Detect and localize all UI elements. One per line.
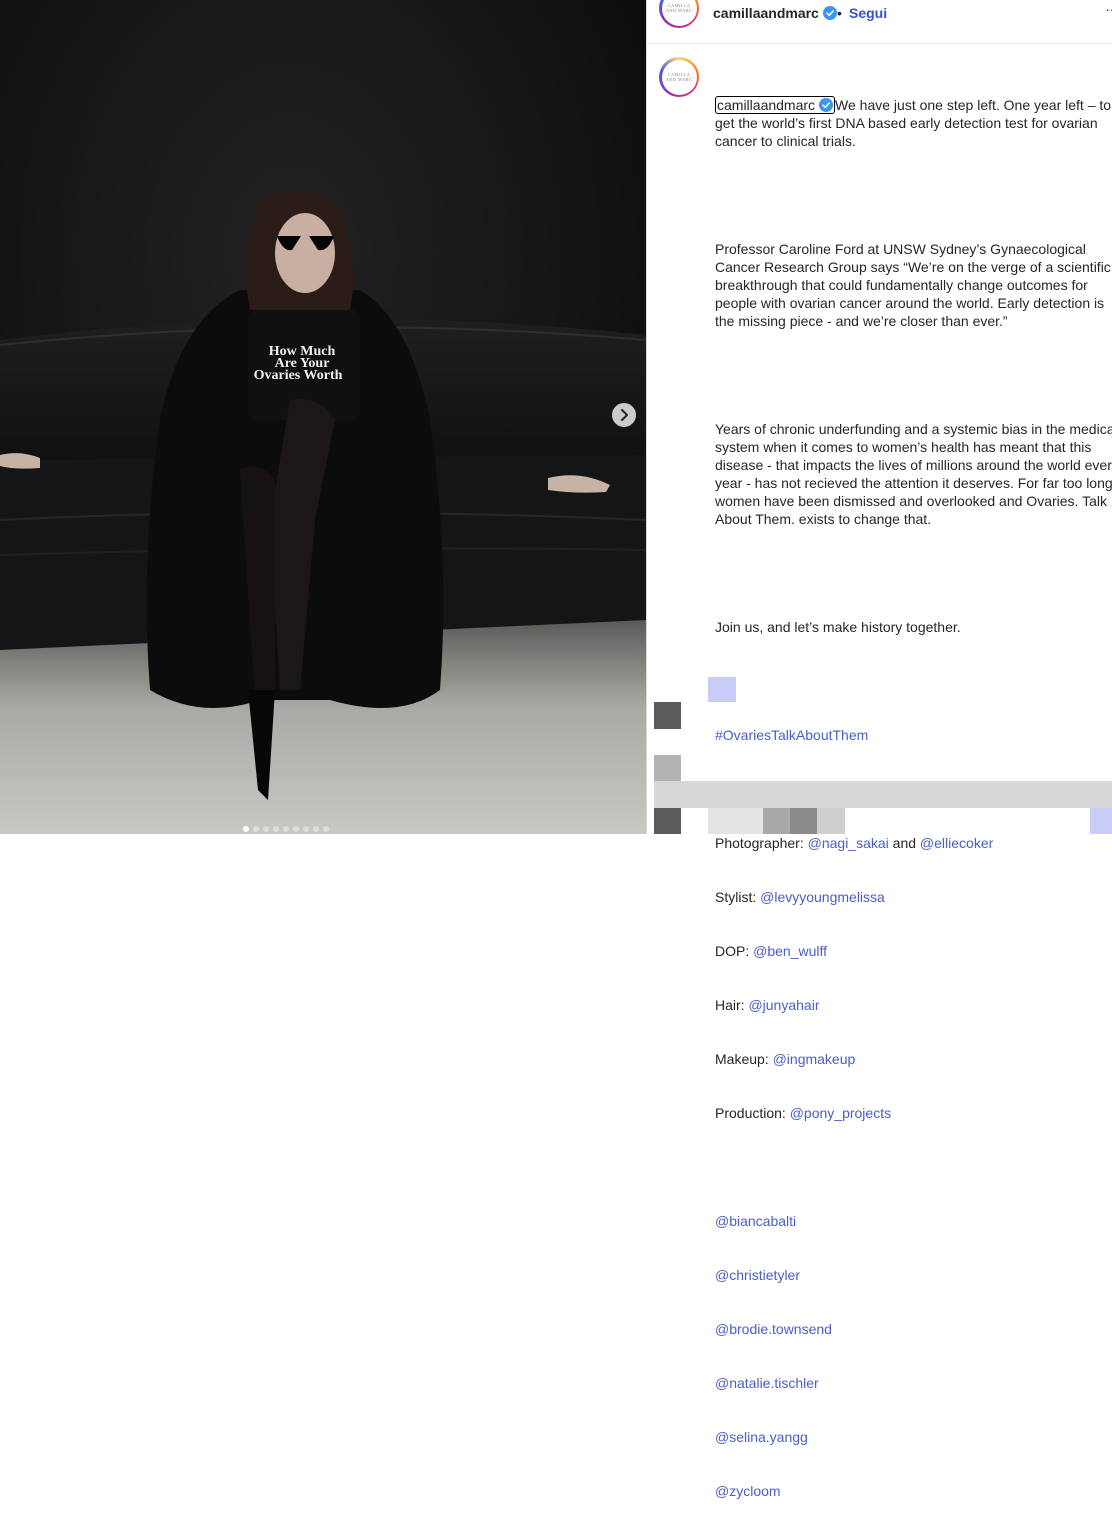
tag-link[interactable]: @natalie.tischler (715, 1375, 819, 1391)
credit-photographer: Photographer: @nagi_sakai and @elliecoke… (715, 834, 1112, 852)
caption-avatar[interactable]: CAMILLA AND MARC (659, 57, 699, 97)
redacted-block (1090, 808, 1112, 834)
redacted-block (654, 755, 681, 781)
credit-label: Makeup: (715, 1051, 773, 1067)
credit-hair: Hair: @junyahair (715, 996, 1112, 1014)
caption-paragraph-2: Professor Caroline Ford at UNSW Sydney’s… (715, 241, 1111, 329)
redacted-block (654, 702, 681, 729)
tag-link[interactable]: @christietyler (715, 1267, 800, 1283)
header-separator: • (837, 5, 842, 21)
tag-link[interactable]: @brodie.townsend (715, 1321, 832, 1337)
mention-link[interactable]: @junyahair (748, 997, 819, 1013)
carousel-dot (313, 826, 319, 832)
caption-username[interactable]: camillaandmarc (717, 96, 815, 114)
carousel-dot (323, 826, 329, 832)
credit-makeup: Makeup: @ingmakeup (715, 1050, 1112, 1068)
carousel-dot (273, 826, 279, 832)
mention-link[interactable]: @nagi_sakai (808, 835, 889, 851)
hashtag-link[interactable]: #OvariesTalkAboutThem (715, 727, 868, 743)
redacted-block (790, 808, 817, 834)
redacted-block (817, 808, 845, 834)
post-media[interactable]: How Much Are Your Ovaries Worth (0, 0, 646, 834)
mention-link[interactable]: @ingmakeup (773, 1051, 856, 1067)
avatar-text-2: AND MARC (665, 8, 693, 13)
carousel-dot (253, 826, 259, 832)
carousel-dot (243, 826, 249, 832)
chevron-right-icon (621, 409, 628, 421)
follow-button[interactable]: Segui (849, 5, 887, 21)
avatar[interactable]: CAMILLA AND MARC (659, 0, 699, 28)
tag-link[interactable]: @biancabalti (715, 1213, 796, 1229)
redacted-block (763, 808, 790, 834)
credit-stylist: Stylist: @levyyoungmelissa (715, 888, 1112, 906)
credit-label: Hair: (715, 997, 749, 1013)
avatar-logo: CAMILLA AND MARC (661, 0, 697, 26)
mention-link[interactable]: @pony_projects (790, 1105, 891, 1121)
verified-badge-icon (822, 6, 837, 20)
carousel-dot (263, 826, 269, 832)
credit-label: Stylist: (715, 889, 761, 905)
tag-link[interactable]: @zycloom (715, 1483, 781, 1499)
mention-link[interactable]: @elliecoker (920, 835, 993, 851)
avatar-text-2: AND MARC (665, 77, 693, 82)
mention-link[interactable]: @ben_wulff (753, 943, 827, 959)
caption-paragraph-4: Join us, and let’s make history together… (715, 619, 961, 635)
redacted-block (654, 781, 1112, 808)
credit-and: and (888, 835, 920, 851)
credit-label: Photographer: (715, 835, 808, 851)
header-username-link[interactable]: camillaandmarc (713, 5, 837, 21)
verified-badge-icon (819, 98, 834, 112)
carousel-dot (303, 826, 309, 832)
credit-dop: DOP: @ben_wulff (715, 942, 1112, 960)
carousel-dot (293, 826, 299, 832)
tag-link[interactable]: @selina.yangg (715, 1429, 808, 1445)
caption-paragraph-3: Years of chronic underfunding and a syst… (715, 421, 1112, 527)
credit-label: Production: (715, 1105, 790, 1121)
redacted-block (654, 808, 681, 834)
caption-username-link[interactable]: camillaandmarc (715, 96, 836, 114)
avatar-logo: CAMILLA AND MARC (661, 59, 697, 95)
post-side-panel: CAMILLA AND MARC camillaandmarc • Segui … (646, 0, 1112, 1499)
credit-production: Production: @pony_projects (715, 1104, 1112, 1122)
header-username[interactable]: camillaandmarc (713, 5, 819, 21)
caption-paragraph-1: camillaandmarc We have just one step left… (715, 96, 1112, 150)
redacted-block (708, 677, 736, 702)
post-photo: How Much Are Your Ovaries Worth (0, 0, 646, 834)
redacted-block (708, 808, 763, 834)
post-header: CAMILLA AND MARC camillaandmarc • Segui … (647, 0, 1112, 44)
more-options-icon[interactable]: … (1105, 0, 1112, 14)
carousel-dot (283, 826, 289, 832)
carousel-indicator (243, 826, 329, 832)
next-image-button[interactable] (612, 403, 636, 427)
shirt-line-3: Ovaries Worth (254, 368, 343, 383)
mention-link[interactable]: @levyyoungmelissa (760, 889, 885, 905)
credit-label: DOP: (715, 943, 754, 959)
